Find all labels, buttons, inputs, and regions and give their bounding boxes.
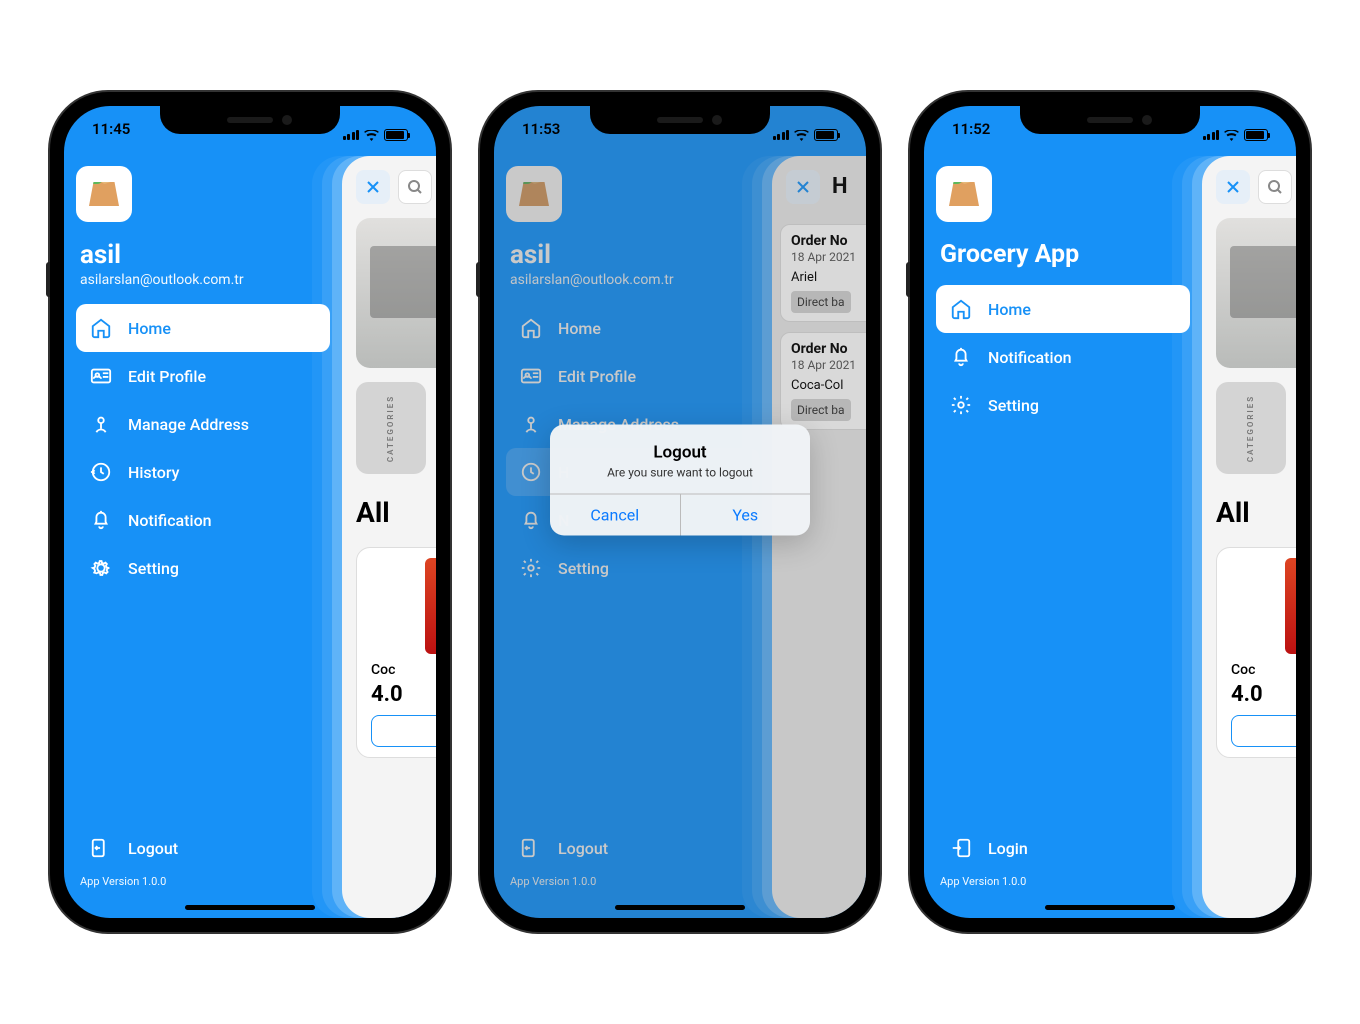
product-price: 4.0 [371,682,403,707]
sidebar-item-history[interactable]: History [76,448,330,496]
sidebar-item-label: Manage Address [128,415,249,434]
buy-button[interactable]: B [1231,715,1296,747]
home-indicator [185,905,315,910]
close-icon [365,179,381,195]
home-icon [90,317,112,339]
battery-icon [384,129,408,141]
sidebar-item-label: Setting [128,559,179,578]
user-name: asil [80,240,330,270]
logout-alert: Logout Are you sure want to logout Cance… [550,424,810,535]
notch [160,106,340,134]
sidebar-item-manage-address[interactable]: Manage Address [76,400,330,448]
battery-icon [1244,129,1268,141]
app-version: App Version 1.0.0 [76,871,330,898]
status-time: 11:45 [92,120,130,150]
categories-button[interactable]: CATEGORIES [1216,382,1286,474]
app-title: Grocery App [940,240,1190,269]
section-title: All [356,496,436,529]
app-version: App Version 1.0.0 [936,871,1190,898]
wifi-icon [794,130,809,141]
product-image [425,558,436,654]
wifi-icon [364,130,379,141]
sidebar-item-notification[interactable]: Notification [936,333,1190,381]
phone-3: 11:52 Grocery App Home Notification [910,92,1310,932]
wifi-icon [1224,130,1239,141]
sidebar-item-label: Setting [988,396,1039,415]
signal-icon [1203,130,1220,140]
content-peek: CATEGORIES All Coc 4.0 B [342,156,436,918]
logout-icon [90,837,112,859]
login-icon [950,837,972,859]
notch [590,106,770,134]
close-sidebar-button[interactable] [356,170,390,204]
status-time: 11:53 [522,120,560,150]
sidebar: Grocery App Home Notification Setting [924,106,1202,918]
product-price: 4.0 [1231,682,1263,707]
search-icon [407,179,423,195]
phone-2: 11:53 asil asilarslan@outlook.com.tr Hom… [480,92,880,932]
search-button[interactable] [1258,170,1292,204]
sidebar-item-notification[interactable]: Notification [76,496,330,544]
buy-button[interactable]: B [371,715,436,747]
close-sidebar-button[interactable] [1216,170,1250,204]
sidebar-item-home[interactable]: Home [936,285,1190,333]
banner-image [1216,218,1296,368]
gear-icon [90,557,112,579]
address-pin-icon [90,413,112,435]
signal-icon [343,130,360,140]
product-card[interactable]: Coc 4.0 B [1216,547,1296,758]
alert-cancel-button[interactable]: Cancel [550,494,681,535]
history-icon [90,461,112,483]
bell-icon [950,346,972,368]
user-email: asilarslan@outlook.com.tr [80,272,330,288]
profile-card-icon [90,365,112,387]
categories-button[interactable]: CATEGORIES [356,382,426,474]
sidebar-item-setting[interactable]: Setting [936,381,1190,429]
sidebar-item-label: Notification [128,511,212,530]
status-time: 11:52 [952,120,990,150]
sidebar: asil asilarslan@outlook.com.tr Home Edit… [64,106,342,918]
gear-icon [950,394,972,416]
content-peek: CATEGORIES All Coc 4.0 B [1202,156,1296,918]
home-indicator [1045,905,1175,910]
sidebar-item-setting[interactable]: Setting [76,544,330,592]
app-logo [76,166,132,222]
sidebar-item-home[interactable]: Home [76,304,330,352]
phone-1: 11:45 asil asilarslan@outlook.com.tr Hom… [50,92,450,932]
product-image [1285,558,1296,654]
product-name: Coc [371,662,395,678]
close-icon [1225,179,1241,195]
sidebar-item-label: Edit Profile [128,367,206,386]
alert-title: Logout [562,442,798,462]
login-button[interactable]: Login [936,825,1190,871]
notch [1020,106,1200,134]
app-logo [936,166,992,222]
signal-icon [773,130,790,140]
banner-image [356,218,436,368]
sidebar-item-label: Home [128,319,171,338]
battery-icon [814,129,838,141]
alert-yes-button[interactable]: Yes [681,494,811,535]
section-title: All [1216,496,1296,529]
sidebar-item-edit-profile[interactable]: Edit Profile [76,352,330,400]
search-button[interactable] [398,170,432,204]
bottom-label: Login [988,839,1028,858]
sidebar-item-label: History [128,463,180,482]
search-icon [1267,179,1283,195]
sidebar-item-label: Notification [988,348,1072,367]
home-icon [950,298,972,320]
logout-button[interactable]: Logout [76,825,330,871]
product-card[interactable]: Coc 4.0 B [356,547,436,758]
sidebar-item-label: Home [988,300,1031,319]
alert-message: Are you sure want to logout [562,465,798,479]
bottom-label: Logout [128,839,178,858]
bell-icon [90,509,112,531]
home-indicator [615,905,745,910]
product-name: Coc [1231,662,1255,678]
